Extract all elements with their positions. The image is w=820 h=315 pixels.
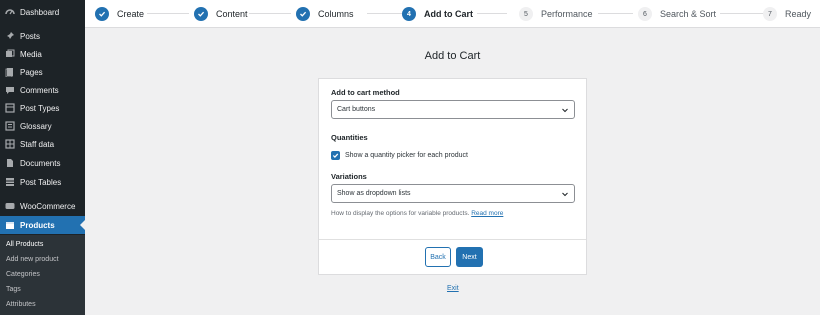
submenu-item-tags[interactable]: Tags xyxy=(6,286,21,293)
sidebar-item-post-types[interactable]: Post Types xyxy=(0,99,85,117)
sidebar-item-label: Comments xyxy=(20,85,59,95)
pin-icon xyxy=(5,31,15,41)
wizard-steps: Create Content Columns 4 Add to Cart 5 P… xyxy=(85,0,820,28)
quantities-label: Quantities xyxy=(331,133,368,142)
sidebar-item-label: Post Tables xyxy=(20,177,62,187)
step-add-to-cart[interactable]: 4 Add to Cart xyxy=(402,6,473,22)
select-value: Cart buttons xyxy=(337,106,376,113)
sidebar-item-woocommerce[interactable]: WooCommerce xyxy=(0,197,85,215)
step-connector xyxy=(367,13,402,14)
sidebar-item-dashboard[interactable]: Dashboard xyxy=(0,3,85,21)
submenu-item-all-products[interactable]: All Products xyxy=(6,241,43,248)
help-text: How to display the options for variable … xyxy=(331,210,470,217)
add-to-cart-method-select[interactable]: Cart buttons xyxy=(331,100,575,119)
step-label: Add to Cart xyxy=(424,9,473,19)
sidebar-item-pages[interactable]: Pages xyxy=(0,63,85,81)
quantity-picker-label: Show a quantity picker for each product xyxy=(345,152,468,159)
glossary-icon xyxy=(5,121,15,131)
check-icon xyxy=(296,7,310,21)
step-content[interactable]: Content xyxy=(194,6,248,22)
sidebar-item-label: Posts xyxy=(20,31,41,41)
settings-card: Add to cart method Cart buttons Quantiti… xyxy=(318,78,587,275)
step-connector xyxy=(147,13,189,14)
step-create[interactable]: Create xyxy=(95,6,144,22)
divider xyxy=(319,239,586,240)
dashboard-icon xyxy=(5,7,15,17)
sidebar-item-label: Documents xyxy=(20,158,61,168)
quantity-picker-option[interactable]: Show a quantity picker for each product xyxy=(331,151,468,160)
sidebar-item-post-tables[interactable]: Post Tables xyxy=(0,173,85,191)
step-number: 5 xyxy=(519,7,533,21)
pages-icon xyxy=(5,67,15,77)
sidebar-item-label: Glossary xyxy=(20,121,52,131)
staff-icon xyxy=(5,139,15,149)
chevron-down-icon xyxy=(562,108,568,113)
step-search-sort[interactable]: 6 Search & Sort xyxy=(638,6,716,22)
step-connector xyxy=(477,13,507,14)
table-icon xyxy=(5,177,15,187)
sidebar-item-label: Staff data xyxy=(20,139,55,149)
submenu-item-add-new-product[interactable]: Add new product xyxy=(6,256,59,263)
variations-label: Variations xyxy=(331,172,367,181)
step-number: 6 xyxy=(638,7,652,21)
document-icon xyxy=(5,158,15,168)
read-more-link[interactable]: Read more xyxy=(471,210,503,217)
products-submenu: All Products Add new product Categories … xyxy=(0,235,85,315)
sidebar-item-label: WooCommerce xyxy=(20,201,76,211)
add-to-cart-method-label: Add to cart method xyxy=(331,88,400,97)
step-label: Content xyxy=(216,9,248,19)
select-value: Show as dropdown lists xyxy=(337,190,411,197)
step-number: 4 xyxy=(402,7,416,21)
step-performance[interactable]: 5 Performance xyxy=(519,6,593,22)
next-button[interactable]: Next xyxy=(456,247,483,267)
sidebar-item-label: Pages xyxy=(20,67,43,77)
step-label: Create xyxy=(117,9,145,19)
post-types-icon xyxy=(5,103,15,113)
step-columns[interactable]: Columns xyxy=(296,6,354,22)
variations-help-text: How to display the options for variable … xyxy=(331,210,503,217)
sidebar-item-posts[interactable]: Posts xyxy=(0,27,85,45)
quantity-picker-checkbox[interactable] xyxy=(331,151,340,160)
check-icon xyxy=(194,7,208,21)
step-connector xyxy=(720,13,764,14)
sidebar-item-documents[interactable]: Documents xyxy=(0,154,85,172)
step-ready[interactable]: 7 Ready xyxy=(763,6,811,22)
submenu-item-categories[interactable]: Categories xyxy=(6,271,40,278)
sidebar-item-comments[interactable]: Comments xyxy=(0,81,85,99)
sidebar-item-staff-data[interactable]: Staff data xyxy=(0,135,85,153)
submenu-item-attributes[interactable]: Attributes xyxy=(6,301,36,308)
sidebar-item-label: Post Types xyxy=(20,103,60,113)
back-button[interactable]: Back xyxy=(425,247,451,267)
exit-link[interactable]: Exit xyxy=(447,285,459,292)
sidebar-item-label: Dashboard xyxy=(20,7,60,17)
step-connector xyxy=(598,13,633,14)
step-label: Search & Sort xyxy=(660,9,717,19)
products-icon xyxy=(5,220,15,230)
comment-icon xyxy=(5,85,15,95)
woocommerce-icon xyxy=(5,201,15,211)
sidebar-item-label: Products xyxy=(20,220,55,230)
check-icon xyxy=(332,153,339,158)
sidebar-item-glossary[interactable]: Glossary xyxy=(0,117,85,135)
sidebar-item-products[interactable]: Products xyxy=(0,216,85,234)
step-label: Performance xyxy=(541,9,593,19)
step-label: Ready xyxy=(785,9,812,19)
page-title: Add to Cart xyxy=(424,50,481,62)
admin-sidebar: Dashboard Posts Media Pages Comments Pos… xyxy=(0,0,85,315)
check-icon xyxy=(95,7,109,21)
variations-select[interactable]: Show as dropdown lists xyxy=(331,184,575,203)
step-label: Columns xyxy=(318,9,354,19)
step-connector xyxy=(249,13,291,14)
step-number: 7 xyxy=(763,7,777,21)
chevron-down-icon xyxy=(562,192,568,197)
